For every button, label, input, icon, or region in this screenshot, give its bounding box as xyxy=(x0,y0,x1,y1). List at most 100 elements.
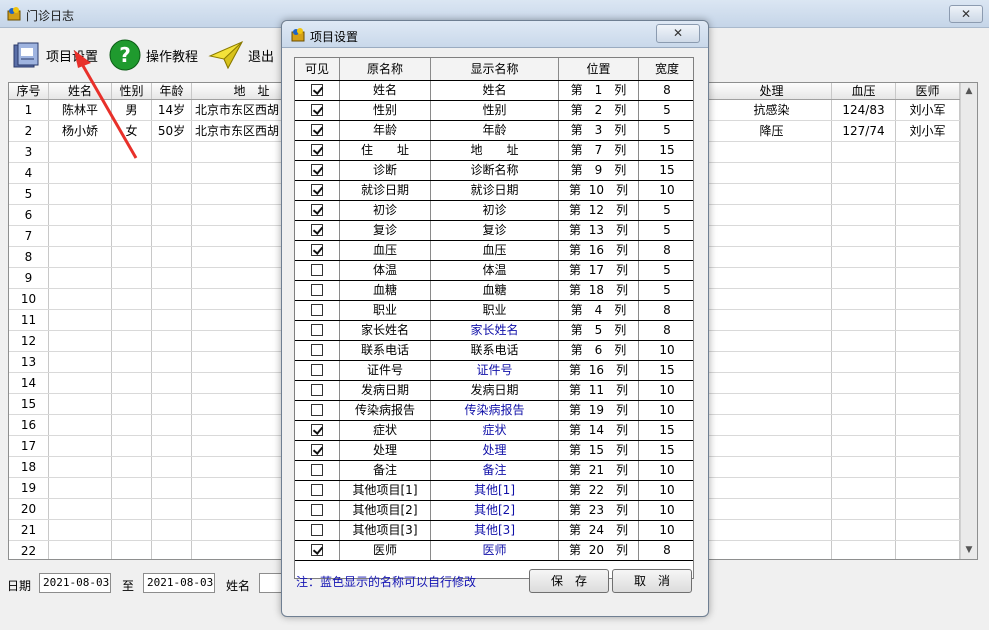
cell-no[interactable]: 5 xyxy=(9,184,49,204)
cell-treatment[interactable] xyxy=(712,352,832,372)
cell-doctor[interactable]: 刘小军 xyxy=(896,100,960,120)
cell-no[interactable]: 8 xyxy=(9,247,49,267)
cell-doctor[interactable] xyxy=(896,541,960,559)
settings-row[interactable]: 传染病报告 传染病报告第 19 列 10 xyxy=(295,401,693,421)
cell-treatment[interactable] xyxy=(712,310,832,330)
cell-name[interactable] xyxy=(49,184,112,204)
position-cell[interactable]: 第 22 列 xyxy=(559,481,639,500)
cell-treatment[interactable] xyxy=(712,331,832,351)
cell-no[interactable]: 12 xyxy=(9,331,49,351)
position-cell[interactable]: 第 10 列 xyxy=(559,181,639,200)
cell-sex[interactable] xyxy=(112,226,152,246)
settings-row[interactable]: 症状 症状第 14 列 15 xyxy=(295,421,693,441)
cell-no[interactable]: 4 xyxy=(9,163,49,183)
settings-row[interactable]: 复诊 复诊第 13 列5 xyxy=(295,221,693,241)
width-cell[interactable]: 5 xyxy=(639,281,693,300)
cell-name[interactable] xyxy=(49,163,112,183)
cell-bp[interactable] xyxy=(832,205,896,225)
display-name-cell[interactable]: 传染病报告 xyxy=(431,401,559,420)
cell-doctor[interactable] xyxy=(896,457,960,477)
cell-treatment[interactable] xyxy=(712,394,832,414)
width-cell[interactable]: 15 xyxy=(639,361,693,380)
width-cell[interactable]: 10 xyxy=(639,501,693,520)
display-name-cell[interactable]: 医师 xyxy=(431,541,559,560)
visible-checkbox-checked[interactable] xyxy=(311,443,323,456)
visible-checkbox-checked[interactable] xyxy=(311,163,323,176)
settings-row[interactable]: 发病日期 发病日期第 11 列 10 xyxy=(295,381,693,401)
col-header-bp[interactable]: 血压 xyxy=(832,83,896,99)
cell-sex[interactable] xyxy=(112,142,152,162)
width-cell[interactable]: 8 xyxy=(639,541,693,560)
cell-age[interactable] xyxy=(152,520,192,540)
settings-row[interactable]: 联系电话 联系电话第 6 列 10 xyxy=(295,341,693,361)
cell-bp[interactable] xyxy=(832,373,896,393)
display-name-cell[interactable]: 证件号 xyxy=(431,361,559,380)
cell-treatment[interactable] xyxy=(712,289,832,309)
visible-checkbox-checked[interactable] xyxy=(311,143,323,156)
width-cell[interactable]: 10 xyxy=(639,461,693,480)
cell-age[interactable] xyxy=(152,289,192,309)
settings-row[interactable]: 其他项目[1] 其他[1] 第 22 列 10 xyxy=(295,481,693,501)
cell-treatment[interactable] xyxy=(712,520,832,540)
cell-sex[interactable] xyxy=(112,415,152,435)
settings-row[interactable]: 住 址地 址第 7 列 15 xyxy=(295,141,693,161)
cell-treatment[interactable] xyxy=(712,373,832,393)
cell-bp[interactable] xyxy=(832,247,896,267)
cell-sex[interactable] xyxy=(112,520,152,540)
cell-treatment[interactable] xyxy=(712,163,832,183)
settings-row[interactable]: 性别 性别第 2 列5 xyxy=(295,101,693,121)
cell-treatment[interactable] xyxy=(712,415,832,435)
position-cell[interactable]: 第 3 列 xyxy=(559,121,639,140)
cell-doctor[interactable] xyxy=(896,478,960,498)
position-cell[interactable]: 第 6 列 xyxy=(559,341,639,360)
cell-name[interactable] xyxy=(49,142,112,162)
cell-treatment[interactable] xyxy=(712,499,832,519)
settings-row[interactable]: 诊断 诊断名称第 9 列 15 xyxy=(295,161,693,181)
cell-name[interactable]: 陈林平 xyxy=(49,100,112,120)
cell-bp[interactable] xyxy=(832,478,896,498)
col-header-name[interactable]: 姓名 xyxy=(49,83,112,99)
grid-vertical-scrollbar[interactable]: ▲ ▼ xyxy=(960,83,977,559)
cell-age[interactable] xyxy=(152,457,192,477)
cell-doctor[interactable] xyxy=(896,520,960,540)
cell-no[interactable]: 11 xyxy=(9,310,49,330)
cell-no[interactable]: 19 xyxy=(9,478,49,498)
cell-bp[interactable]: 127/74 xyxy=(832,121,896,141)
cell-treatment[interactable] xyxy=(712,205,832,225)
visible-checkbox-checked[interactable] xyxy=(311,423,323,436)
cell-name[interactable] xyxy=(49,226,112,246)
cell-treatment[interactable] xyxy=(712,478,832,498)
position-cell[interactable]: 第 16 列 xyxy=(559,241,639,260)
cell-name[interactable]: 杨小娇 xyxy=(49,121,112,141)
cell-age[interactable] xyxy=(152,499,192,519)
settings-row[interactable]: 职业 职业第 4 列8 xyxy=(295,301,693,321)
display-name-cell[interactable]: 其他[1] xyxy=(431,481,559,500)
cell-no[interactable]: 3 xyxy=(9,142,49,162)
position-cell[interactable]: 第 24 列 xyxy=(559,521,639,540)
cell-no[interactable]: 7 xyxy=(9,226,49,246)
cell-doctor[interactable] xyxy=(896,247,960,267)
cell-name[interactable] xyxy=(49,436,112,456)
cell-age[interactable] xyxy=(152,205,192,225)
cell-sex[interactable] xyxy=(112,163,152,183)
cell-name[interactable] xyxy=(49,352,112,372)
position-cell[interactable]: 第 4 列 xyxy=(559,301,639,320)
cell-age[interactable] xyxy=(152,184,192,204)
cell-age[interactable] xyxy=(152,163,192,183)
cell-doctor[interactable] xyxy=(896,352,960,372)
width-cell[interactable]: 10 xyxy=(639,381,693,400)
cell-sex[interactable] xyxy=(112,457,152,477)
cell-no[interactable]: 2 xyxy=(9,121,49,141)
cell-no[interactable]: 13 xyxy=(9,352,49,372)
col-header-sex[interactable]: 性别 xyxy=(112,83,152,99)
cancel-button[interactable]: 取 消 xyxy=(612,569,692,593)
position-cell[interactable]: 第 17 列 xyxy=(559,261,639,280)
position-cell[interactable]: 第 11 列 xyxy=(559,381,639,400)
cell-sex[interactable] xyxy=(112,394,152,414)
cell-age[interactable]: 14岁 xyxy=(152,100,192,120)
cell-bp[interactable] xyxy=(832,499,896,519)
cell-sex[interactable] xyxy=(112,268,152,288)
cell-doctor[interactable] xyxy=(896,310,960,330)
width-cell[interactable]: 5 xyxy=(639,101,693,120)
position-cell[interactable]: 第 14 列 xyxy=(559,421,639,440)
